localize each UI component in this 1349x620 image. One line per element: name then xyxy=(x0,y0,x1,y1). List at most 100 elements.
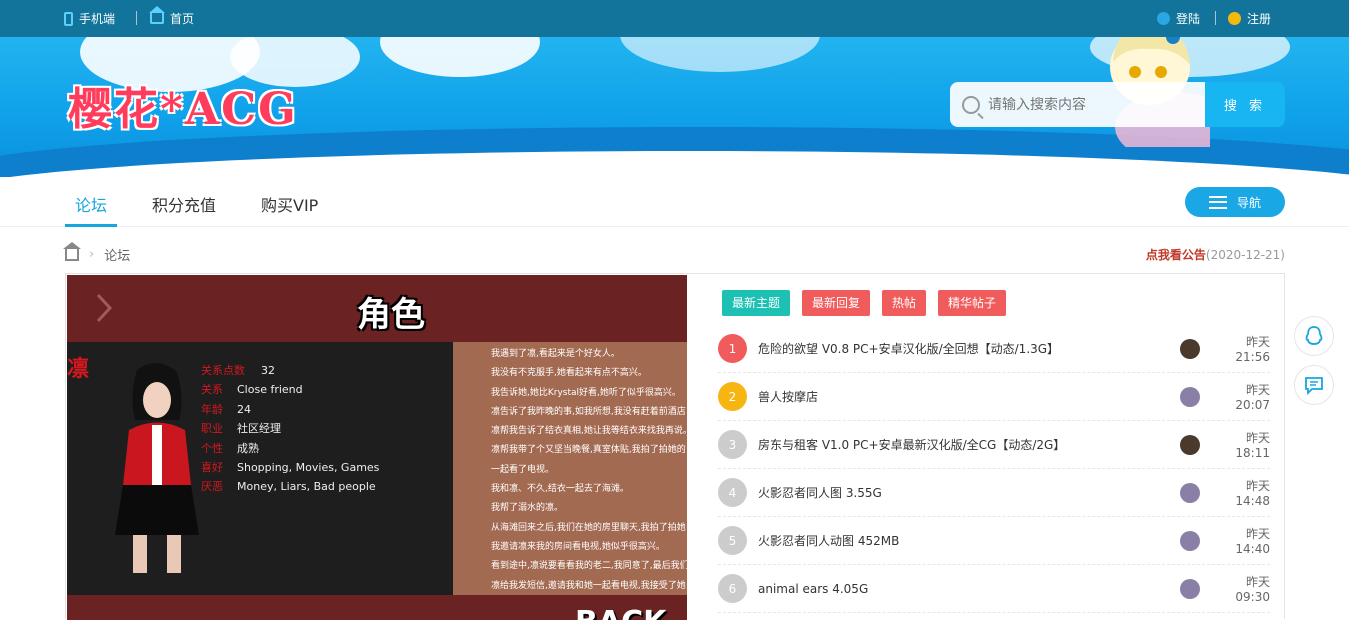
rank-badge: 6 xyxy=(718,574,747,603)
cloud xyxy=(620,37,820,72)
stat-key: 厌恶 xyxy=(201,480,223,494)
announcement[interactable]: 点我看公告(2020-12-21) xyxy=(1146,246,1285,263)
register-link[interactable]: 注册 xyxy=(1228,10,1271,27)
announcement-date: (2020-12-21) xyxy=(1205,248,1285,262)
featured-slide[interactable]: 角色 凛 关系点数 32 关系 Close friend 年龄 24 职业 社区经理 个性 成熟喜… xyxy=(67,275,687,620)
thread-time: 昨天 18:11 xyxy=(1235,431,1270,460)
feedback-button[interactable] xyxy=(1294,365,1334,405)
story-line: 凛给我发短信,邀请我和她一起看电视,我接受了她 xyxy=(491,580,686,591)
story-line: 我告诉她,她比Krystal好看,她听了似乎很高兴。 xyxy=(491,387,681,398)
stat-row: 关系 Close friend xyxy=(201,380,379,399)
story-line: 凛告诉了我昨晚的事,如我所想,我没有赶着前酒店 xyxy=(491,406,686,417)
stat-value: 24 xyxy=(237,402,251,416)
stat-row: 个性 成熟 xyxy=(201,439,379,458)
story-line: 从海滩回来之后,我们在她的房里聊天,我拍了拍她 xyxy=(491,522,686,533)
qq-contact-button[interactable] xyxy=(1294,316,1334,356)
story-log: 我遇到了凛,看起来是个好女人。 我没有不克服手,她看起来有点不高兴。 我告诉她,她比… xyxy=(453,342,687,595)
stat-key: 喜好 xyxy=(201,461,223,475)
story-line: 我邀请凛来我的房间看电视,她似乎很高兴。 xyxy=(491,541,665,552)
thread-title[interactable]: 火影忍者同人动图 452MB xyxy=(758,532,1180,549)
story-line: 我没有不克服手,她看起来有点不高兴。 xyxy=(491,368,647,379)
home-label: 首页 xyxy=(170,12,195,26)
thread-row[interactable]: 1 危险的欲望 V0.8 PC+安卓汉化版/全回想【动态/1.3G】 昨天 21:5… xyxy=(718,325,1270,373)
thread-title[interactable]: animal ears 4.05G xyxy=(758,582,1180,596)
tab-forum[interactable]: 论坛 xyxy=(75,192,107,216)
home-icon[interactable] xyxy=(63,241,81,261)
phone-icon xyxy=(64,11,73,26)
header-banner: 樱花*ACG 搜 索 xyxy=(0,37,1349,177)
search-button[interactable]: 搜 索 xyxy=(1205,82,1285,127)
stat-value: Money, Liars, Bad people xyxy=(237,480,376,494)
main-nav: 论坛 积分充值 购买VIP 导航 xyxy=(0,177,1349,227)
home-icon xyxy=(149,6,165,24)
login-link[interactable]: 登陆 xyxy=(1157,10,1200,27)
rank-badge: 2 xyxy=(718,382,747,411)
thread-row[interactable]: 6 animal ears 4.05G 昨天 09:30 xyxy=(718,565,1270,613)
search-icon xyxy=(962,95,980,114)
avatar[interactable] xyxy=(1180,386,1200,407)
mobile-label: 手机端 xyxy=(79,12,116,26)
rank-badge: 1 xyxy=(718,334,747,363)
thread-list: 最新主题 最新回复 热帖 精华帖子 1 危险的欲望 V0.8 PC+安卓汉化版/全回想【… xyxy=(718,290,1270,613)
divider xyxy=(1215,11,1216,25)
stat-row: 厌恶 Money, Liars, Bad people xyxy=(201,477,379,496)
avatar[interactable] xyxy=(1180,338,1200,359)
search-field xyxy=(950,82,1205,127)
login-label: 登陆 xyxy=(1176,12,1201,26)
chevron-right-icon: › xyxy=(89,247,95,262)
stat-row: 关系点数 32 xyxy=(201,361,379,380)
thread-tab[interactable]: 最新主题 xyxy=(722,290,791,316)
thread-tab[interactable]: 最新回复 xyxy=(802,290,871,316)
divider xyxy=(136,11,137,25)
register-label: 注册 xyxy=(1247,12,1272,26)
thread-time: 昨天 14:48 xyxy=(1235,479,1270,508)
mobile-link[interactable]: 手机端 xyxy=(64,10,115,27)
thread-tab[interactable]: 精华帖子 xyxy=(938,290,1007,316)
thread-row[interactable]: 2 兽人按摩店 昨天 20:07 xyxy=(718,373,1270,421)
rank-badge: 4 xyxy=(718,478,747,507)
thread-title[interactable]: 房东与租客 V1.0 PC+安卓最新汉化版/全CG【动态/2G】 xyxy=(758,436,1180,453)
thread-row[interactable]: 3 房东与租客 V1.0 PC+安卓最新汉化版/全CG【动态/2G】 昨天 18:1… xyxy=(718,421,1270,469)
thread-title[interactable]: 危险的欲望 V0.8 PC+安卓汉化版/全回想【动态/1.3G】 xyxy=(758,340,1180,357)
thread-rows: 1 危险的欲望 V0.8 PC+安卓汉化版/全回想【动态/1.3G】 昨天 21:5… xyxy=(718,325,1270,613)
active-tab-indicator xyxy=(65,224,117,227)
top-bar: 手机端 首页 登陆 注册 xyxy=(0,0,1349,37)
announcement-link[interactable]: 点我看公告 xyxy=(1146,248,1206,262)
tab-points-recharge[interactable]: 积分充值 xyxy=(152,192,216,216)
breadcrumb-current[interactable]: 论坛 xyxy=(104,245,130,264)
stat-row: 职业 社区经理 xyxy=(201,419,379,438)
breadcrumb: › 论坛 xyxy=(63,241,130,264)
avatar[interactable] xyxy=(1180,530,1200,551)
qq-icon xyxy=(1305,326,1323,345)
menu-icon xyxy=(1208,195,1227,209)
story-line: 看到途中,凛说要看看我的老二,我同意了,最后我们 xyxy=(491,561,687,572)
thread-title[interactable]: 兽人按摩店 xyxy=(758,388,1180,405)
rank-badge: 3 xyxy=(718,430,747,459)
site-logo[interactable]: 樱花*ACG xyxy=(68,73,298,137)
search-input[interactable] xyxy=(988,96,1188,113)
guide-label: 导航 xyxy=(1236,195,1261,210)
stat-value: Close friend xyxy=(237,383,303,397)
thread-time: 昨天 20:07 xyxy=(1235,383,1270,412)
tab-buy-vip[interactable]: 购买VIP xyxy=(261,192,318,216)
thread-tab[interactable]: 热帖 xyxy=(882,290,927,316)
stat-key: 职业 xyxy=(201,422,223,436)
thread-tabs: 最新主题 最新回复 热帖 精华帖子 xyxy=(718,290,1270,316)
story-line: 一起看了电视。 xyxy=(491,464,555,475)
user-icon xyxy=(1228,12,1241,25)
story-line: 我和凛、不久,结衣一起去了海滩。 xyxy=(491,484,629,495)
story-line: 凛帮我告诉了结衣真相,她让我等结衣来找我再说。 xyxy=(491,426,687,437)
thread-row[interactable]: 5 火影忍者同人动图 452MB 昨天 14:40 xyxy=(718,517,1270,565)
chevron-right-icon[interactable] xyxy=(95,293,113,323)
avatar[interactable] xyxy=(1180,578,1200,599)
thread-title[interactable]: 火影忍者同人图 3.55G xyxy=(758,484,1180,501)
thread-row[interactable]: 4 火影忍者同人图 3.55G 昨天 14:48 xyxy=(718,469,1270,517)
avatar[interactable] xyxy=(1180,434,1200,455)
thread-time: 昨天 21:56 xyxy=(1235,335,1270,364)
avatar[interactable] xyxy=(1180,482,1200,503)
story-line: 我帮了溺水的凛。 xyxy=(491,503,564,514)
stat-value: 成熟 xyxy=(237,441,259,455)
guide-button[interactable]: 导航 xyxy=(1185,187,1285,217)
home-link[interactable]: 首页 xyxy=(149,6,195,27)
character-stats: 关系点数 32 关系 Close friend 年龄 24 职业 社区经理 个性 成熟 喜好 Shop… xyxy=(201,361,379,497)
